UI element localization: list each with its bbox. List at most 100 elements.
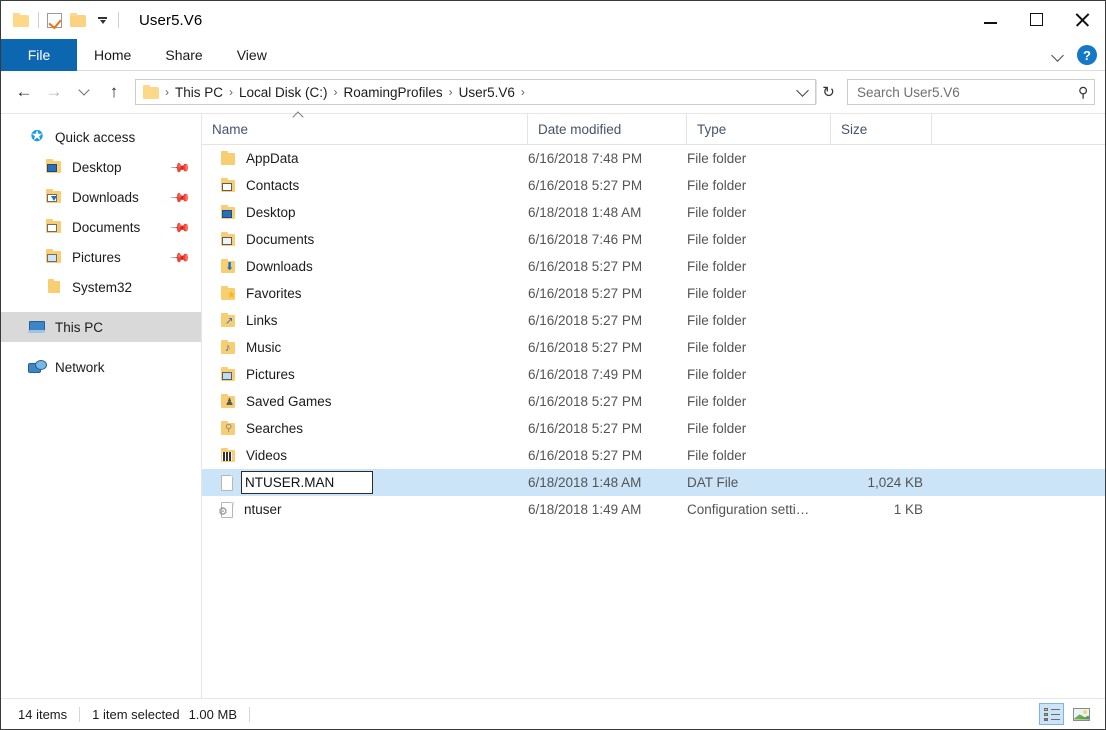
sidebar-item-label: Documents <box>72 219 141 235</box>
checkbox-properties-icon[interactable] <box>47 12 62 28</box>
sidebar-item-desktop[interactable]: Desktop 📌 <box>1 152 201 182</box>
folder-searches-icon: ⚲ <box>220 420 237 437</box>
file-date: 6/16/2018 7:48 PM <box>528 151 643 166</box>
table-row-selected[interactable]: 6/18/2018 1:48 AM DAT File 1,024 KB <box>202 469 1105 496</box>
sidebar-item-documents[interactable]: Documents 📌 <box>1 212 201 242</box>
table-row[interactable]: ★ Favorites 6/16/2018 5:27 PM File folde… <box>202 280 1105 307</box>
close-button[interactable] <box>1059 1 1105 38</box>
breadcrumb-item-local-disk[interactable]: Local Disk (C:) <box>234 85 333 100</box>
table-row[interactable]: ♟ Saved Games 6/16/2018 5:27 PM File fol… <box>202 388 1105 415</box>
folder-documents-icon <box>220 231 237 248</box>
column-header-name[interactable]: Name <box>202 114 528 144</box>
file-type: File folder <box>687 448 747 463</box>
chevron-down-icon[interactable] <box>791 80 813 104</box>
folder-videos-icon <box>220 447 237 464</box>
breadcrumb-item-this-pc[interactable]: This PC <box>170 85 228 100</box>
help-button[interactable]: ? <box>1077 45 1097 65</box>
view-mode-buttons <box>1039 703 1094 725</box>
file-name: Downloads <box>246 259 313 274</box>
status-divider <box>79 706 81 722</box>
table-row[interactable]: Contacts 6/16/2018 5:27 PM File folder <box>202 172 1105 199</box>
table-row[interactable]: ⬇ Downloads 6/16/2018 5:27 PM File folde… <box>202 253 1105 280</box>
sidebar-item-quick-access[interactable]: ✪ Quick access <box>1 122 201 152</box>
file-type: File folder <box>687 394 747 409</box>
recent-locations-button[interactable] <box>69 77 99 107</box>
file-type: File folder <box>687 205 747 220</box>
table-row[interactable]: ⚲ Searches 6/16/2018 5:27 PM File folder <box>202 415 1105 442</box>
folder-icon[interactable] <box>13 13 30 27</box>
file-date: 6/16/2018 5:27 PM <box>528 178 643 193</box>
tab-home[interactable]: Home <box>77 39 148 71</box>
sidebar-item-downloads[interactable]: Downloads 📌 <box>1 182 201 212</box>
sidebar-item-label: Network <box>55 359 105 375</box>
column-header-size[interactable]: Size <box>831 114 932 144</box>
customize-qat-caret-icon[interactable] <box>96 13 110 27</box>
file-date: 6/16/2018 5:27 PM <box>528 421 643 436</box>
details-view-button[interactable] <box>1039 703 1064 725</box>
status-selection-count: 1 item selected <box>92 706 180 722</box>
new-folder-icon[interactable] <box>70 13 87 27</box>
forward-button[interactable] <box>39 77 69 107</box>
table-row[interactable]: Pictures 6/16/2018 7:49 PM File folder <box>202 361 1105 388</box>
breadcrumb-item-roamingprofiles[interactable]: RoamingProfiles <box>339 85 448 100</box>
table-row[interactable]: Videos 6/16/2018 5:27 PM File folder <box>202 442 1105 469</box>
sidebar-item-label: Quick access <box>55 129 136 145</box>
search-box[interactable]: ⚲ <box>847 79 1095 105</box>
table-row[interactable]: Documents 6/16/2018 7:46 PM File folder <box>202 226 1105 253</box>
search-icon[interactable]: ⚲ <box>1078 84 1088 101</box>
folder-downloads-icon <box>45 189 63 205</box>
file-name-cell: ★ Favorites <box>202 285 528 302</box>
folder-downloads-icon: ⬇ <box>220 258 237 275</box>
qat-divider <box>38 12 39 28</box>
file-type: File folder <box>687 367 747 382</box>
rename-input[interactable] <box>245 475 369 490</box>
file-date: 6/16/2018 5:27 PM <box>528 259 643 274</box>
file-explorer-window: User5.V6 File Home Share View ? › This P… <box>0 0 1106 730</box>
file-size: 1,024 KB <box>867 475 923 490</box>
column-header-date-modified[interactable]: Date modified <box>528 114 687 144</box>
sidebar-item-pictures[interactable]: Pictures 📌 <box>1 242 201 272</box>
sidebar-item-system32[interactable]: System32 <box>1 272 201 302</box>
file-type: Configuration setti… <box>687 502 810 517</box>
pin-icon: 📌 <box>169 216 192 239</box>
back-button[interactable] <box>9 77 39 107</box>
folder-links-icon: ↗ <box>220 312 237 329</box>
file-name: Saved Games <box>246 394 332 409</box>
sidebar-item-network[interactable]: Network <box>1 352 201 382</box>
maximize-button[interactable] <box>1013 1 1059 38</box>
table-row[interactable]: ⚙ ntuser 6/18/2018 1:49 AM Configuration… <box>202 496 1105 523</box>
refresh-button[interactable]: ↻ <box>816 80 840 104</box>
chevron-down-icon[interactable] <box>1052 49 1065 62</box>
breadcrumb-item-user5v6[interactable]: User5.V6 <box>454 85 520 100</box>
file-name-cell: Documents <box>202 231 528 248</box>
file-name: Desktop <box>246 205 296 220</box>
table-row[interactable]: Desktop 6/18/2018 1:48 AM File folder <box>202 199 1105 226</box>
file-date: 6/18/2018 1:48 AM <box>528 205 642 220</box>
ribbon-tab-bar: File Home Share View ? <box>1 39 1105 71</box>
table-row[interactable]: ↗ Links 6/16/2018 5:27 PM File folder <box>202 307 1105 334</box>
column-header-type[interactable]: Type <box>687 114 831 144</box>
tab-share[interactable]: Share <box>148 39 219 71</box>
status-item-count: 14 items <box>18 706 68 722</box>
tab-file[interactable]: File <box>1 39 77 71</box>
breadcrumb-separator-4[interactable]: › <box>520 85 526 99</box>
up-button[interactable] <box>99 77 129 107</box>
breadcrumb[interactable]: › This PC › Local Disk (C:) › RoamingPro… <box>135 79 816 105</box>
large-icons-view-button[interactable] <box>1069 703 1094 725</box>
tab-view[interactable]: View <box>220 39 284 71</box>
search-input[interactable] <box>857 84 1078 100</box>
file-date: 6/16/2018 5:27 PM <box>528 313 643 328</box>
file-date: 6/16/2018 5:27 PM <box>528 448 643 463</box>
pin-icon: 📌 <box>169 246 192 269</box>
table-row[interactable]: AppData 6/16/2018 7:48 PM File folder <box>202 145 1105 172</box>
table-row[interactable]: ♪ Music 6/16/2018 5:27 PM File folder <box>202 334 1105 361</box>
file-name-cell: Contacts <box>202 177 528 194</box>
column-header-label: Size <box>841 121 868 137</box>
file-name-cell: ⚲ Searches <box>202 420 528 437</box>
sidebar-item-this-pc[interactable]: This PC <box>1 312 201 342</box>
minimize-button[interactable] <box>967 1 1013 38</box>
rename-input-box[interactable] <box>241 471 373 494</box>
file-name: Contacts <box>246 178 300 193</box>
folder-pictures-icon <box>220 366 237 383</box>
column-header-label: Type <box>697 121 727 137</box>
